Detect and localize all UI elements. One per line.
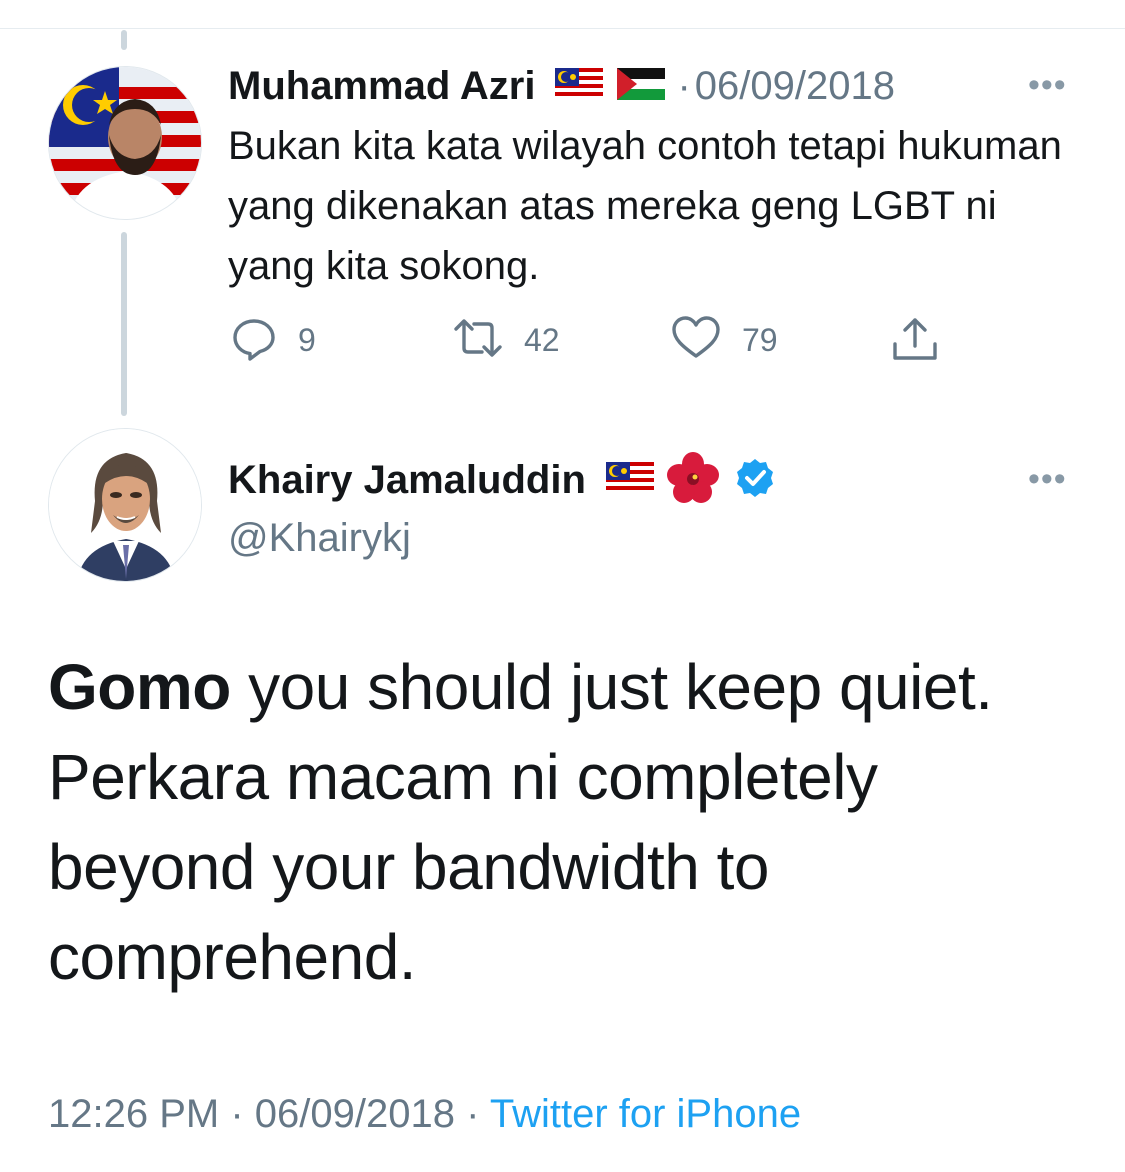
tweet-source-link[interactable]: Twitter for iPhone [490, 1092, 801, 1136]
reply-author-name[interactable]: Muhammad Azri [228, 64, 535, 109]
avatar-khairy-jamaluddin[interactable] [48, 428, 202, 582]
verified-badge-icon [734, 457, 776, 504]
malaysia-flag-icon [605, 461, 654, 499]
reply-button[interactable]: 9 [230, 314, 316, 367]
like-button[interactable]: 79 [670, 314, 778, 367]
share-icon [890, 314, 940, 369]
mention-gomo: Gomo [48, 651, 231, 723]
hibiscus-icon [666, 451, 720, 510]
thread-line-top [121, 30, 127, 50]
like-count: 79 [742, 322, 778, 358]
main-author-name[interactable]: Khairy Jamaluddin [228, 458, 586, 503]
avatar-muhammad-azri[interactable] [48, 66, 202, 220]
reply-separator: · [677, 63, 691, 108]
reply-icon [230, 314, 278, 367]
tweet-time: 12:26 PM [48, 1092, 220, 1136]
main-more-icon[interactable]: ••• [1028, 460, 1067, 499]
reply-count: 9 [298, 322, 316, 358]
reply-text: Bukan kita kata wilayah contoh tetapi hu… [228, 124, 1062, 288]
tweet-footer: 12:26 PM · 06/09/2018 · Twitter for iPho… [48, 1092, 801, 1137]
share-button[interactable] [890, 314, 940, 369]
footer-separator-2: · [466, 1092, 480, 1136]
main-handle[interactable]: @Khairykj [228, 516, 411, 561]
reply-more-icon[interactable]: ••• [1028, 66, 1067, 105]
tweet-date: 06/09/2018 [254, 1092, 455, 1136]
like-icon [670, 314, 722, 367]
retweet-icon [452, 314, 504, 367]
reply-header: Muhammad Azri · 06/09/2018 [228, 60, 895, 112]
main-tweet-text: Gomo you should just keep quiet. Perkara… [48, 642, 1088, 1002]
retweet-button[interactable]: 42 [452, 314, 560, 367]
malaysia-flag-icon [555, 67, 604, 105]
thread-line [121, 232, 127, 416]
top-divider [0, 28, 1125, 29]
main-header: Khairy Jamaluddin [228, 451, 776, 506]
footer-separator-1: · [230, 1092, 244, 1136]
reply-date[interactable]: 06/09/2018 [695, 64, 895, 109]
palestine-flag-icon [617, 67, 666, 105]
retweet-count: 42 [524, 322, 560, 358]
